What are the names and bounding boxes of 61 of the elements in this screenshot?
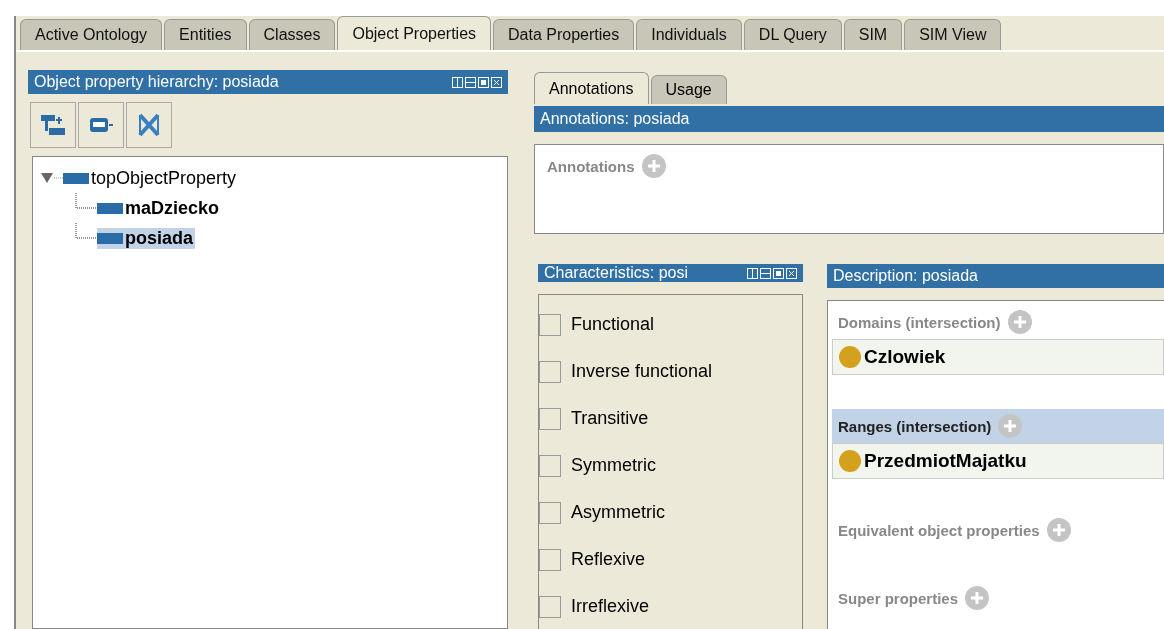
panel-title: Object property hierarchy: posiada	[34, 73, 279, 91]
checkbox-label: Inverse functional	[571, 361, 713, 382]
close-icon[interactable]	[491, 76, 502, 88]
checkbox[interactable]	[539, 360, 561, 383]
section-header[interactable]: Equivalent object properties	[832, 513, 1164, 547]
tab[interactable]: SIM View	[904, 19, 1002, 50]
split-icon[interactable]	[747, 267, 758, 279]
tree-connector-icon	[75, 193, 97, 209]
panel-title: Characteristics: posi	[544, 264, 689, 282]
add-icon[interactable]	[1045, 517, 1072, 543]
tab[interactable]: Individuals	[636, 19, 742, 50]
add-child-icon	[39, 112, 67, 138]
checkbox-label: Symmetric	[571, 455, 656, 476]
tree-item[interactable]: maDziecko	[97, 197, 222, 219]
checkbox[interactable]	[539, 313, 561, 336]
tab[interactable]: SIM	[843, 19, 903, 50]
add-icon[interactable]	[964, 585, 991, 611]
section-label: Annotations	[547, 157, 635, 175]
checkbox-label: Reflexive	[571, 549, 646, 570]
section-header[interactable]: Domains (intersection)	[832, 305, 1164, 339]
checkbox-label: Irreflexive	[571, 596, 650, 617]
checkbox[interactable]	[539, 501, 561, 524]
close-icon[interactable]	[786, 267, 797, 279]
min-icon[interactable]	[465, 76, 476, 88]
add-icon[interactable]	[640, 153, 667, 179]
checkbox[interactable]	[539, 595, 561, 618]
tab[interactable]: Classes	[248, 19, 336, 50]
tree-item[interactable]: topObjectProperty	[63, 167, 239, 189]
class-icon	[839, 346, 861, 368]
class-entry[interactable]: Czlowiek	[832, 339, 1164, 375]
tab[interactable]: Active Ontology	[20, 19, 163, 50]
add-sibling-property-button[interactable]	[78, 102, 124, 148]
class-icon	[839, 450, 861, 472]
min-icon[interactable]	[760, 267, 771, 279]
delete-property-button[interactable]	[126, 102, 172, 148]
add-icon[interactable]	[1006, 309, 1033, 335]
tab[interactable]: DL Query	[743, 19, 842, 50]
max-icon[interactable]	[773, 267, 784, 279]
checkbox[interactable]	[539, 407, 561, 430]
expand-toggle-icon[interactable]	[41, 171, 63, 185]
panel-title: Annotations: posiada	[540, 110, 690, 128]
max-icon[interactable]	[478, 76, 489, 88]
tab[interactable]: Annotations	[534, 72, 649, 104]
add-sub-property-button[interactable]	[30, 102, 76, 148]
tab[interactable]: Usage	[650, 75, 727, 104]
panel-title: Description: posiada	[833, 267, 978, 285]
checkbox[interactable]	[539, 548, 561, 571]
section-header[interactable]: Super properties	[832, 581, 1164, 615]
checkbox-label: Functional	[571, 314, 655, 335]
tree-item[interactable]: posiada	[97, 227, 196, 249]
checkbox-label: Asymmetric	[571, 502, 665, 523]
tab[interactable]: Entities	[164, 19, 247, 50]
tree-connector-icon	[75, 223, 97, 239]
checkbox-label: Transitive	[571, 408, 649, 429]
split-icon[interactable]	[452, 76, 463, 88]
tab[interactable]: Object Properties	[337, 16, 492, 50]
class-entry[interactable]: PrzedmiotMajatku	[832, 443, 1164, 479]
add-icon[interactable]	[997, 413, 1024, 439]
section-header[interactable]: Ranges (intersection)	[832, 409, 1164, 443]
tab[interactable]: Data Properties	[493, 19, 635, 50]
checkbox[interactable]	[539, 454, 561, 477]
